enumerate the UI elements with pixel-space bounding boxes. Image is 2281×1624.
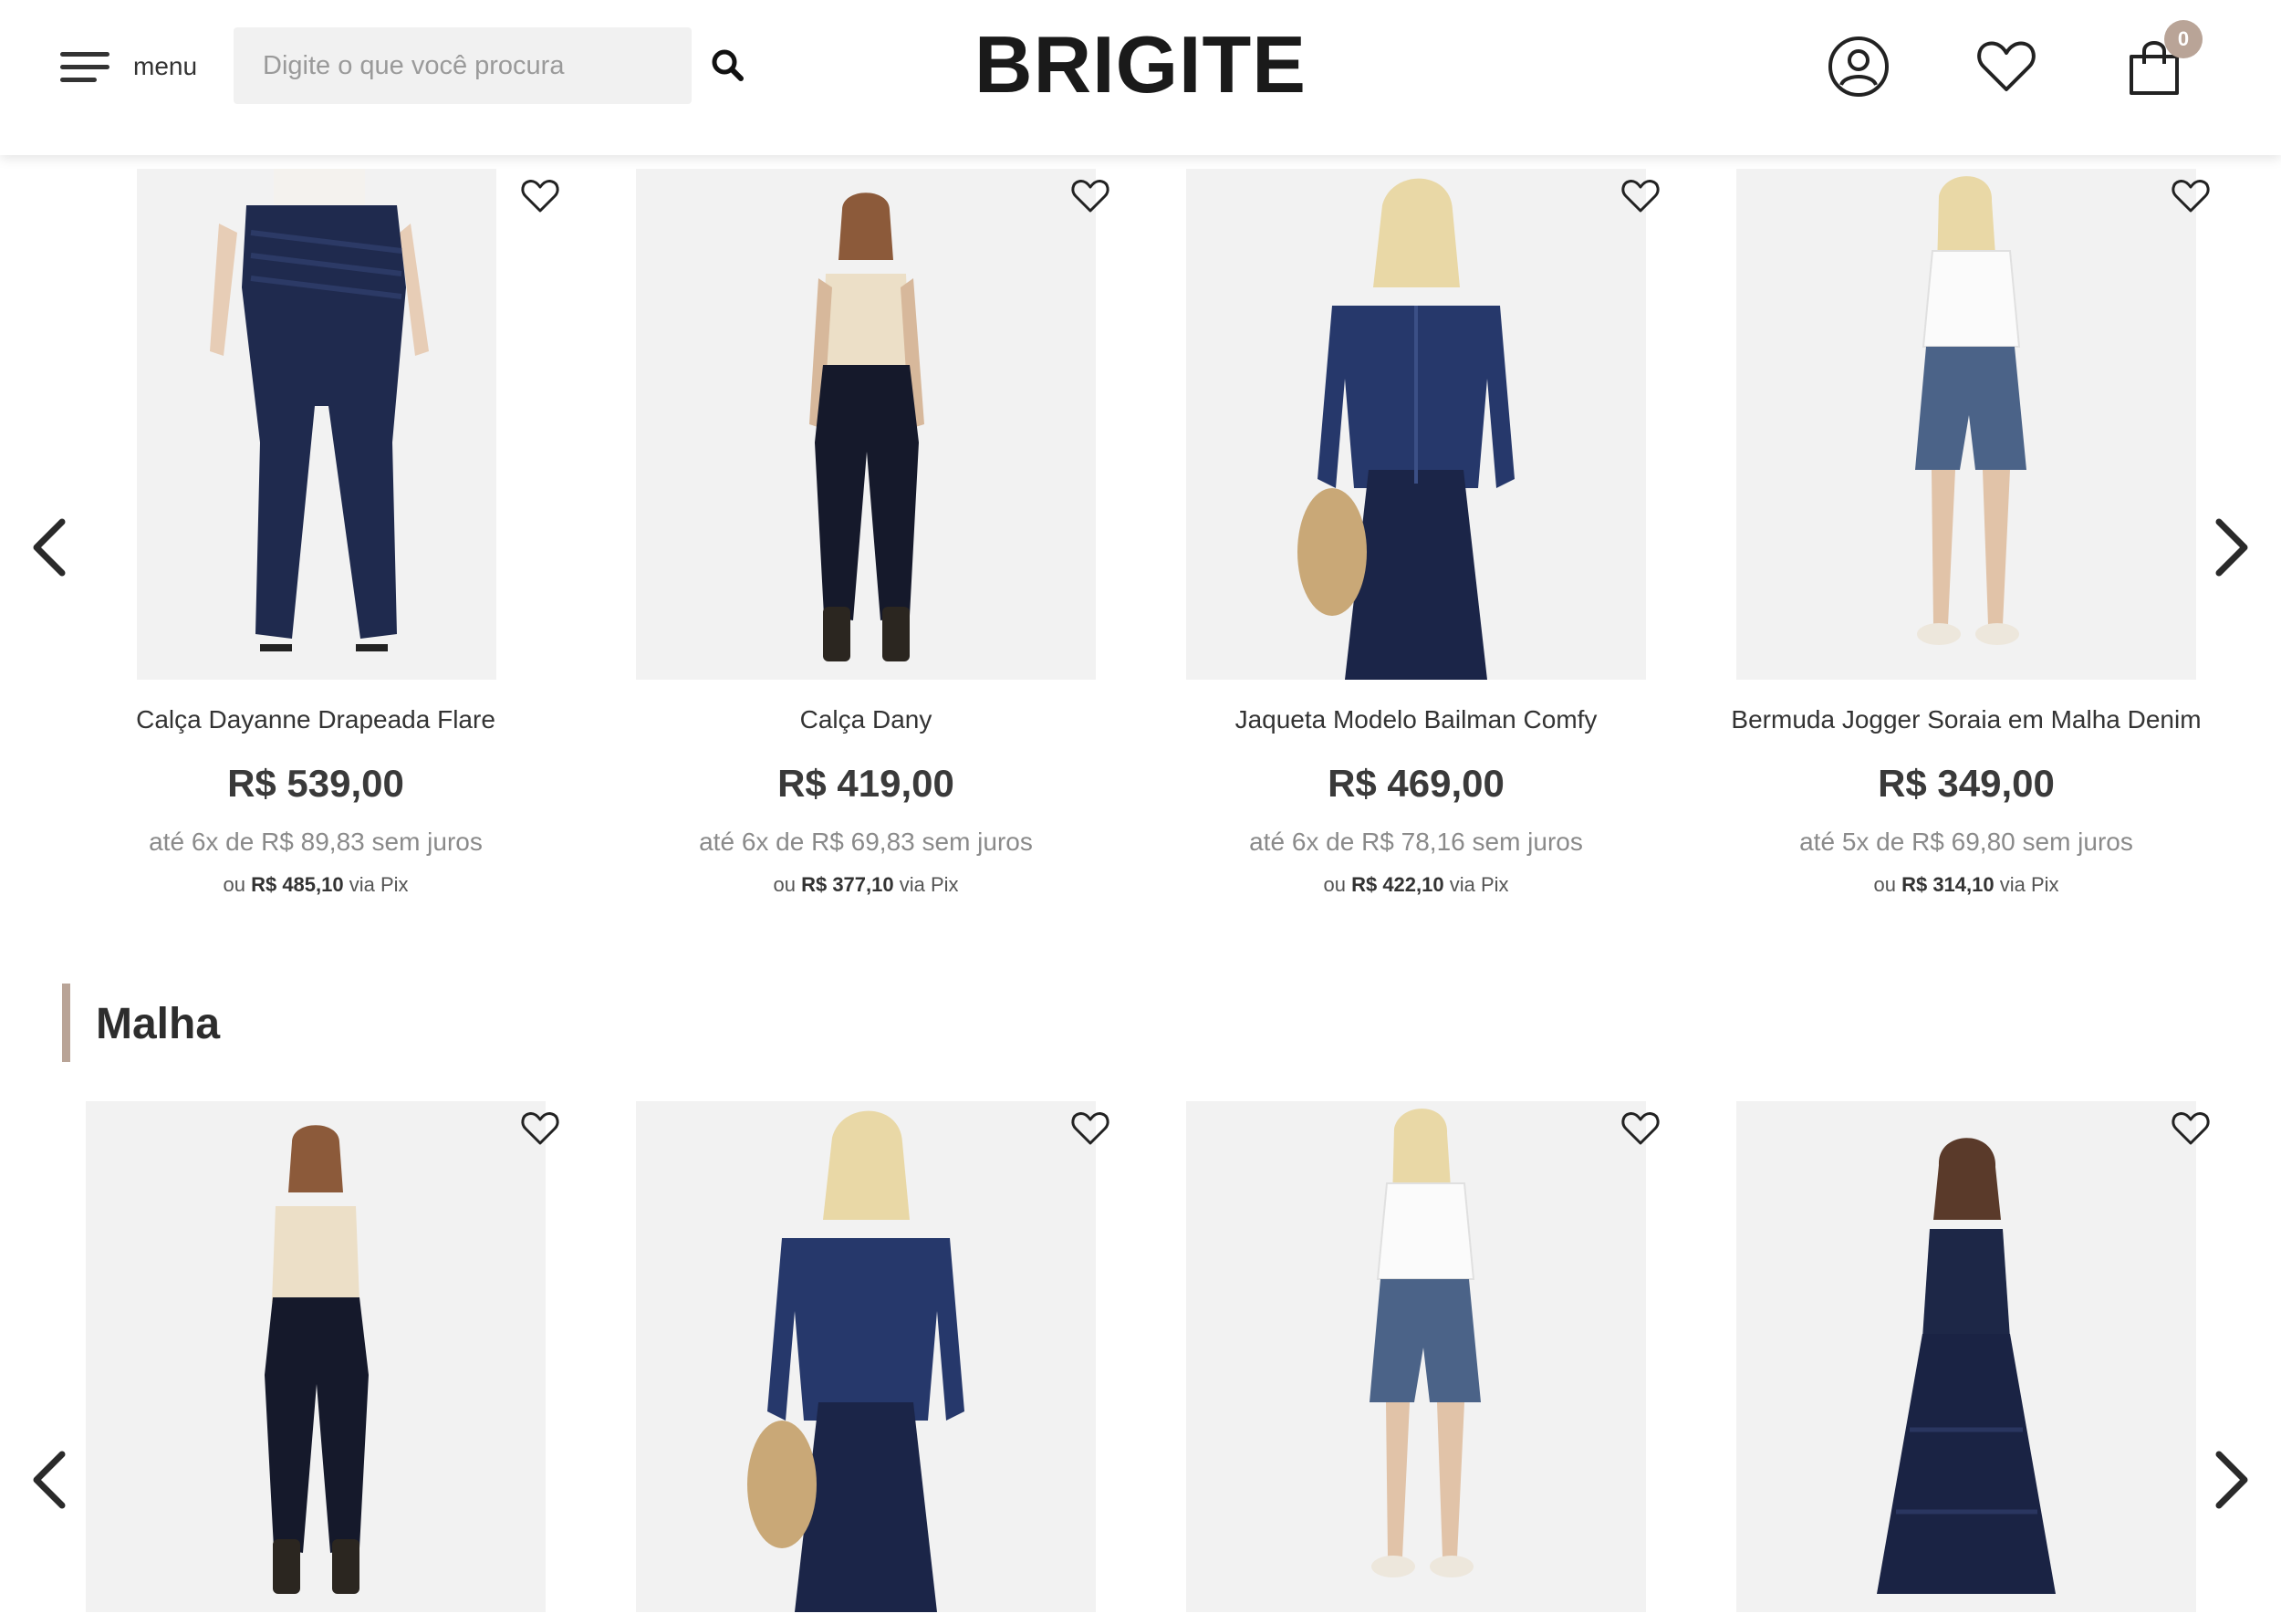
- product-price: R$ 419,00: [777, 762, 954, 805]
- heart-icon: [1977, 41, 2036, 91]
- pix-prefix: ou: [1873, 873, 1896, 896]
- cart-count-badge: 0: [2164, 20, 2203, 58]
- section-title-text: Malha: [96, 1000, 221, 1048]
- product-installments: até 6x de R$ 78,16 sem juros: [1249, 828, 1583, 856]
- menu-label: menu: [133, 52, 198, 80]
- heart-icon: [1071, 180, 1109, 213]
- hamburger-icon: [60, 48, 111, 85]
- wishlist-button[interactable]: [1974, 35, 2038, 99]
- account-button[interactable]: [1827, 35, 1890, 99]
- heart-icon: [2172, 1112, 2210, 1145]
- user-icon: [1828, 36, 1889, 97]
- product-installments: até 6x de R$ 69,83 sem juros: [699, 828, 1033, 856]
- pix-price: R$ 485,10: [251, 873, 344, 896]
- add-to-wishlist-button[interactable]: [1070, 176, 1110, 216]
- search-button[interactable]: [708, 46, 748, 86]
- product-image[interactable]: [1736, 1101, 2196, 1612]
- pix-suffix: via Pix: [899, 873, 959, 896]
- pix-price: R$ 377,10: [801, 873, 894, 896]
- pix-price: R$ 422,10: [1351, 873, 1444, 896]
- product-pix-price: ou R$ 377,10 via Pix: [592, 873, 1140, 897]
- brand-logo[interactable]: BRIGITE: [967, 24, 1314, 106]
- product-name[interactable]: Bermuda Jogger Soraia em Malha Denim: [1693, 705, 2240, 734]
- chevron-right-icon: [2215, 518, 2248, 577]
- site-header: menu BRIGITE 0: [0, 0, 2281, 155]
- heart-icon: [1071, 1112, 1109, 1145]
- product-card[interactable]: [1142, 1101, 1690, 1612]
- carousel-prev-button[interactable]: [20, 511, 75, 584]
- product-name[interactable]: Jaqueta Modelo Bailman Comfy: [1142, 705, 1690, 734]
- product-photo: [1915, 176, 2026, 645]
- heart-icon: [1621, 1112, 1660, 1145]
- heart-icon: [521, 1112, 559, 1145]
- product-image[interactable]: [636, 1101, 1096, 1612]
- product-installments: até 5x de R$ 69,80 sem juros: [1799, 828, 2133, 856]
- search-bar: [234, 27, 692, 104]
- pix-suffix: via Pix: [1449, 873, 1509, 896]
- product-image[interactable]: [1736, 169, 2196, 680]
- product-photo: [1370, 1109, 1481, 1577]
- add-to-wishlist-button[interactable]: [2171, 1109, 2211, 1149]
- product-pix-price: ou R$ 422,10 via Pix: [1142, 873, 1690, 897]
- product-photo: [747, 1110, 964, 1612]
- pix-prefix: ou: [223, 873, 245, 896]
- product-photo: [265, 1125, 369, 1594]
- heart-icon: [1621, 180, 1660, 213]
- product-name[interactable]: Calça Dayanne Drapeada Flare: [42, 705, 589, 734]
- pix-suffix: via Pix: [349, 873, 409, 896]
- product-price: R$ 539,00: [227, 762, 404, 805]
- product-card[interactable]: [592, 1101, 1140, 1612]
- pix-price: R$ 314,10: [1901, 873, 1995, 896]
- add-to-wishlist-button[interactable]: [2171, 176, 2211, 216]
- product-image[interactable]: [1186, 1101, 1646, 1612]
- chevron-left-icon: [33, 518, 66, 577]
- add-to-wishlist-button[interactable]: [520, 176, 560, 216]
- product-price: R$ 469,00: [1328, 762, 1505, 805]
- product-price: R$ 349,00: [1878, 762, 2055, 805]
- product-photo: [210, 169, 429, 651]
- product-image[interactable]: [636, 169, 1096, 680]
- product-image[interactable]: [137, 169, 496, 680]
- product-card[interactable]: [42, 1101, 589, 1612]
- section-title: Malha: [62, 984, 220, 1062]
- product-photo: [1877, 1138, 2056, 1594]
- pix-prefix: ou: [1323, 873, 1346, 896]
- carousel-next-button[interactable]: [2206, 511, 2261, 584]
- product-image[interactable]: [86, 1101, 546, 1612]
- product-pix-price: ou R$ 314,10 via Pix: [1693, 873, 2240, 897]
- product-card[interactable]: [1693, 1101, 2240, 1612]
- product-image[interactable]: [1186, 169, 1646, 680]
- add-to-wishlist-button[interactable]: [1620, 176, 1661, 216]
- pix-suffix: via Pix: [1999, 873, 2059, 896]
- pix-prefix: ou: [773, 873, 796, 896]
- add-to-wishlist-button[interactable]: [1070, 1109, 1110, 1149]
- product-pix-price: ou R$ 485,10 via Pix: [42, 873, 589, 897]
- product-installments: até 6x de R$ 89,83 sem juros: [149, 828, 483, 856]
- search-input[interactable]: [234, 27, 692, 104]
- heart-icon: [2172, 180, 2210, 213]
- product-name[interactable]: Calça Dany: [592, 705, 1140, 734]
- search-icon: [712, 49, 744, 81]
- heart-icon: [521, 180, 559, 213]
- product-photo: [809, 193, 924, 661]
- menu-button[interactable]: menu: [60, 44, 197, 89]
- add-to-wishlist-button[interactable]: [520, 1109, 560, 1149]
- product-photo: [1297, 178, 1515, 680]
- add-to-wishlist-button[interactable]: [1620, 1109, 1661, 1149]
